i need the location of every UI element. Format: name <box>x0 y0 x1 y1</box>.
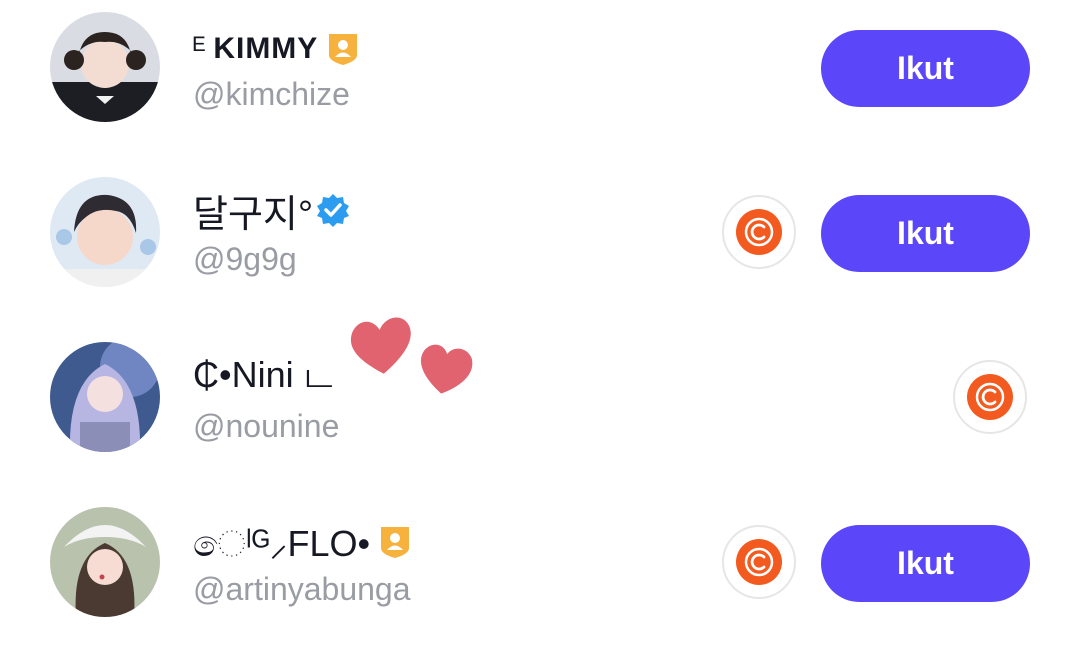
coin-icon <box>736 209 782 255</box>
gift-coin-button[interactable] <box>722 195 796 269</box>
follow-button[interactable]: Ikut <box>821 195 1030 272</box>
creator-badge-icon <box>378 524 412 560</box>
gift-coin-button[interactable] <box>722 525 796 599</box>
username-handle: @9g9g <box>193 241 297 277</box>
user-row-artinyabunga[interactable]: ෙˡᴳ⸝FLO• @artinyabunga Ikut <box>0 495 1080 625</box>
display-name[interactable]: ₵•Nini ட <box>193 352 332 402</box>
verified-badge-icon <box>315 192 351 228</box>
username-handle: @kimchize <box>193 76 350 112</box>
hearts-sticker <box>345 312 485 402</box>
display-name[interactable]: ෙˡᴳ⸝FLO• <box>193 517 412 567</box>
display-name-text: ₵•Nini ட <box>193 353 333 395</box>
username-handle: @artinyabunga <box>193 571 411 607</box>
display-name[interactable]: ᴱ KIMMY <box>193 24 360 74</box>
display-name[interactable]: 달구지° <box>193 185 351 236</box>
user-row-9g9g[interactable]: 달구지° @9g9g Ikut <box>0 165 1080 295</box>
coin-icon <box>967 374 1013 420</box>
username-handle: @nounine <box>193 408 340 444</box>
display-name-text: ෙˡᴳ⸝FLO• <box>193 522 371 564</box>
avatar[interactable] <box>50 507 160 617</box>
gift-coin-button[interactable] <box>953 360 1027 434</box>
user-row-nounine[interactable]: ₵•Nini ட @nounine <box>0 330 1080 460</box>
follow-button[interactable]: Ikut <box>821 525 1030 602</box>
avatar[interactable] <box>50 177 160 287</box>
avatar[interactable] <box>50 342 160 452</box>
display-name-text: KIMMY <box>213 32 319 65</box>
display-name-text: 달구지° <box>193 193 314 236</box>
creator-badge-icon <box>326 31 360 67</box>
coin-icon <box>736 539 782 585</box>
user-row-kimchize[interactable]: ᴱ KIMMY @kimchize Ikut <box>0 0 1080 130</box>
display-name-prefix: ᴱ <box>193 32 206 65</box>
follow-button[interactable]: Ikut <box>821 30 1030 107</box>
avatar[interactable] <box>50 12 160 122</box>
